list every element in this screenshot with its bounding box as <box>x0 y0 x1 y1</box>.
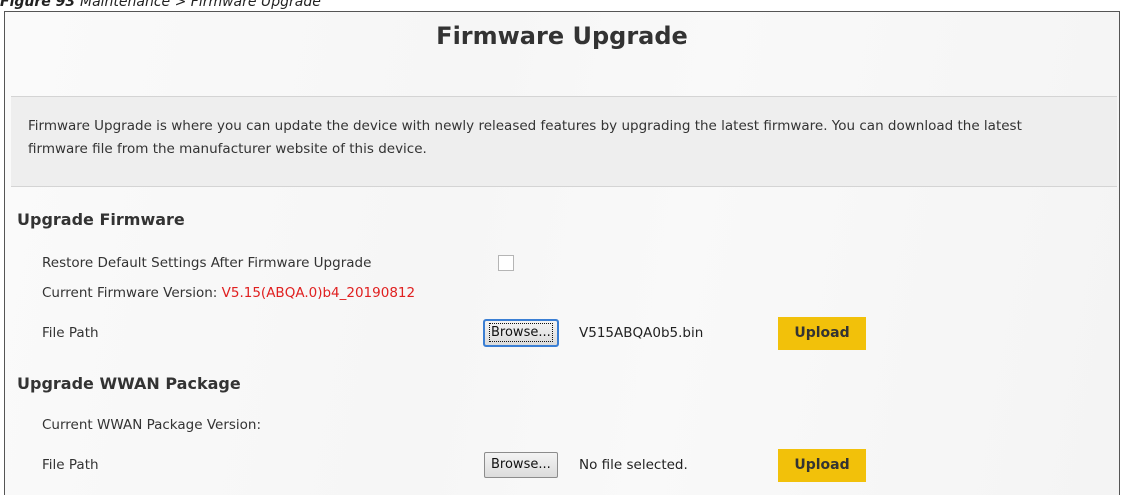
wwan-selected-file: No file selected. <box>579 457 688 473</box>
firmware-upgrade-panel: Firmware Upgrade Firmware Upgrade is whe… <box>4 11 1120 495</box>
current-firmware-version: Current Firmware Version: V5.15(ABQA.0)b… <box>42 285 415 301</box>
firmware-browse-button[interactable]: Browse... <box>483 319 559 347</box>
figure-label: Figure 93 <box>0 0 76 10</box>
firmware-browse-button-label: Browse... <box>489 323 553 342</box>
upgrade-wwan-heading: Upgrade WWAN Package <box>17 374 241 393</box>
figure-title: Maintenance > Firmware Upgrade <box>79 0 321 10</box>
wwan-browse-button[interactable]: Browse... <box>484 452 558 478</box>
upgrade-firmware-heading: Upgrade Firmware <box>17 210 185 229</box>
restore-default-checkbox[interactable] <box>498 255 514 271</box>
wwan-browse-button-label: Browse... <box>491 457 551 472</box>
figure-caption: Figure 93 Maintenance > Firmware Upgrade <box>0 0 321 10</box>
page-title: Firmware Upgrade <box>436 22 688 50</box>
firmware-upload-button[interactable]: Upload <box>778 317 866 350</box>
wwan-upload-button[interactable]: Upload <box>778 449 866 482</box>
current-firmware-version-label: Current Firmware Version: <box>42 285 222 301</box>
wwan-file-path-label: File Path <box>42 457 99 473</box>
restore-default-label: Restore Default Settings After Firmware … <box>42 255 372 271</box>
firmware-selected-file: V515ABQA0b5.bin <box>579 325 704 341</box>
info-box: Firmware Upgrade is where you can update… <box>11 96 1117 187</box>
firmware-file-path-label: File Path <box>42 325 99 341</box>
current-firmware-version-value: V5.15(ABQA.0)b4_20190812 <box>221 285 416 301</box>
page-description: Firmware Upgrade is where you can update… <box>28 118 1022 157</box>
current-wwan-version-label: Current WWAN Package Version: <box>42 417 262 433</box>
